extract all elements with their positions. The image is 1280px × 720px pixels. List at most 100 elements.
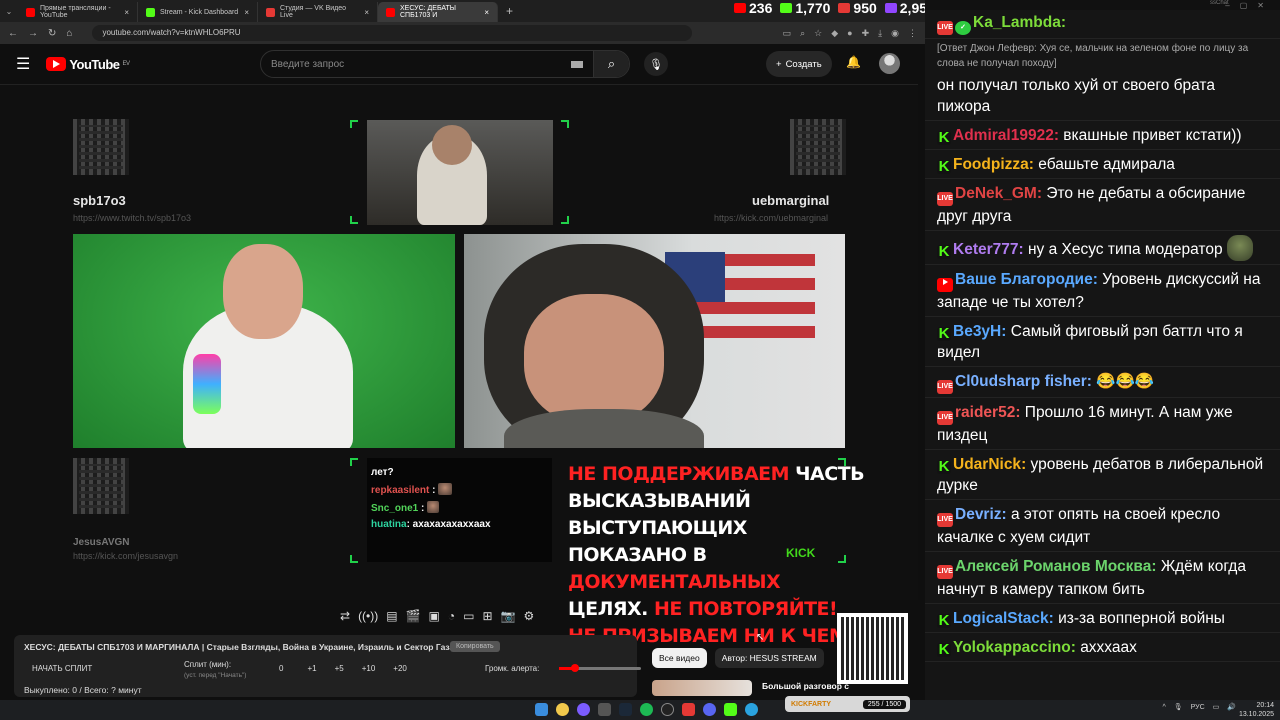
- download-icon[interactable]: ⤓: [878, 28, 882, 39]
- chevron-up-icon[interactable]: ^: [1162, 704, 1165, 711]
- chrome-icon[interactable]: [556, 703, 569, 716]
- avatar[interactable]: [879, 53, 900, 74]
- microphone-icon[interactable]: 🎙: [644, 52, 668, 76]
- kick-goal-count: 255 / 1500: [862, 699, 906, 709]
- zoom-icon[interactable]: ⌕: [800, 28, 805, 39]
- menu-icon[interactable]: ⋮: [908, 28, 917, 39]
- url-field[interactable]: youtube.com/watch?v=ktnWHLO6PRU: [92, 25, 693, 41]
- slider-handle[interactable]: [571, 664, 580, 672]
- close-tab-icon[interactable]: ×: [364, 8, 369, 17]
- mic-icon[interactable]: 🎙: [1174, 703, 1183, 711]
- discord-icon[interactable]: [703, 703, 716, 716]
- queue-icon[interactable]: ▤: [386, 609, 397, 623]
- chat-username[interactable]: Ka_Lambda: [973, 14, 1061, 31]
- start-icon[interactable]: [535, 703, 548, 716]
- close-tab-icon[interactable]: ×: [244, 8, 249, 17]
- chat-message: Ваше Благородие: Уровень дискуссий на за…: [925, 265, 1280, 317]
- start-split-button[interactable]: НАЧАТЬ СПЛИТ: [32, 664, 92, 673]
- search-box[interactable]: Введите запрос ⌕: [260, 50, 630, 78]
- microphone-rgb: [193, 354, 221, 414]
- volume-icon[interactable]: 🔊: [1227, 703, 1236, 711]
- theater-icon[interactable]: ▭: [463, 609, 474, 623]
- language-indicator[interactable]: РУС: [1191, 704, 1205, 711]
- youtube-favicon-icon: [386, 7, 395, 17]
- loop-icon[interactable]: ⇄: [340, 609, 350, 623]
- add-1-button[interactable]: +1: [307, 664, 316, 673]
- add-20-button[interactable]: +20: [393, 664, 407, 673]
- extension-icons: ▭ ⌕ ☆ ◆ ● ✚ ⤓ ◉ ⋮: [783, 28, 917, 39]
- copy-button[interactable]: Копировать: [450, 641, 500, 652]
- clapper-icon[interactable]: 🎬: [406, 609, 421, 623]
- back-icon[interactable]: ←: [8, 28, 18, 39]
- app-icon[interactable]: [577, 703, 590, 716]
- chat-message: LIVE Алексей Романов Москва: Ждём когда н…: [925, 552, 1280, 604]
- camera-icon[interactable]: 📷: [501, 609, 516, 623]
- mini-chat-user: huatina: [371, 519, 407, 530]
- chat-username[interactable]: UdarNick: [953, 456, 1021, 473]
- bookmark-icon[interactable]: ☆: [814, 28, 822, 39]
- create-button[interactable]: + Создать: [766, 51, 832, 77]
- steam-icon[interactable]: [619, 703, 632, 716]
- pip-icon[interactable]: ▣: [429, 609, 440, 623]
- channel-name-uebmarginal: uebmarginal: [752, 193, 830, 208]
- video-player[interactable]: spb17o3 https://www.twitch.tv/spb17o3 ue…: [0, 84, 918, 647]
- chat-username[interactable]: Foodpizza: [953, 156, 1029, 173]
- chat-username[interactable]: Be3yH: [953, 323, 1001, 340]
- chat-username[interactable]: Cl0udsharp fisher: [955, 373, 1087, 390]
- new-tab-button[interactable]: +: [498, 4, 521, 18]
- add-5-button[interactable]: +5: [335, 664, 344, 673]
- search-icon[interactable]: ⌕: [593, 51, 629, 77]
- chat-username[interactable]: LogicalStack: [953, 610, 1049, 627]
- alert-volume-slider[interactable]: [559, 664, 641, 672]
- broadcast-icon[interactable]: ((•)): [358, 609, 378, 623]
- chat-username[interactable]: Ваше Благородие: [955, 271, 1093, 288]
- chat-text: 😂😂😂: [1096, 373, 1155, 390]
- chat-username[interactable]: Admiral19922: [953, 127, 1054, 144]
- chip-all-videos[interactable]: Все видео: [652, 648, 707, 668]
- extension-icon[interactable]: ◆: [831, 28, 838, 39]
- chat-username[interactable]: Yolokappaccino: [953, 639, 1071, 656]
- keyboard-icon[interactable]: [571, 60, 583, 68]
- cast-icon[interactable]: ▭: [783, 28, 792, 39]
- recommended-title[interactable]: Большой разговор с: [762, 681, 849, 691]
- add-10-button[interactable]: +10: [362, 664, 376, 673]
- tab-vk-studio[interactable]: Студия — VK Видео Live ×: [258, 2, 378, 22]
- tab-list-icon[interactable]: ⌄: [0, 7, 18, 16]
- tab-youtube-live[interactable]: Прямые трансляции - YouTube ×: [18, 2, 138, 22]
- frame-corner: [561, 216, 569, 224]
- menu-icon[interactable]: ☰: [16, 54, 30, 74]
- recommended-thumbnail[interactable]: [652, 680, 752, 696]
- reload-icon[interactable]: ↻: [48, 28, 56, 39]
- folder-icon[interactable]: [598, 703, 611, 716]
- home-icon[interactable]: ⌂: [66, 28, 72, 39]
- search-input[interactable]: Введите запрос: [261, 59, 571, 70]
- extension-icon[interactable]: ●: [847, 28, 852, 39]
- app-icon[interactable]: [682, 703, 695, 716]
- tab-kick-dashboard[interactable]: Stream - Kick Dashboard ×: [138, 2, 258, 22]
- chat-username[interactable]: raider52: [955, 404, 1015, 421]
- profile-icon[interactable]: ◉: [891, 28, 899, 39]
- chat-username[interactable]: Devriz: [955, 506, 1002, 523]
- chat-username[interactable]: Keter777: [953, 241, 1019, 258]
- spotify-icon[interactable]: [640, 703, 653, 716]
- network-icon[interactable]: ▭: [1213, 703, 1220, 711]
- close-tab-icon[interactable]: ×: [124, 8, 129, 17]
- puzzle-icon[interactable]: ✚: [862, 28, 870, 39]
- chat-username[interactable]: DeNek_GM: [955, 185, 1037, 202]
- bell-icon[interactable]: 🔔: [846, 55, 861, 69]
- create-label: Создать: [785, 58, 822, 70]
- obs-icon[interactable]: [661, 703, 674, 716]
- chip-author[interactable]: Автор: HESUS STREAM: [714, 648, 824, 668]
- tab-hesus-debate[interactable]: ХЕСУС: ДЕБАТЫ СПБ1703 И ×: [378, 2, 498, 22]
- chat-separator: :: [1001, 506, 1011, 523]
- chat-username[interactable]: Алексей Романов Москва: [955, 558, 1151, 575]
- close-tab-icon[interactable]: ×: [484, 8, 489, 17]
- telegram-icon[interactable]: [745, 703, 758, 716]
- settings-icon[interactable]: ⚙: [524, 609, 535, 623]
- speed-icon[interactable]: ◔: [448, 609, 455, 623]
- clock[interactable]: 20:14 13.10.2025: [1239, 701, 1274, 719]
- kick-icon[interactable]: [724, 703, 737, 716]
- youtube-logo[interactable]: YouTube EV: [46, 57, 130, 72]
- add-icon[interactable]: ⊞: [482, 609, 492, 623]
- forward-icon[interactable]: →: [28, 28, 38, 39]
